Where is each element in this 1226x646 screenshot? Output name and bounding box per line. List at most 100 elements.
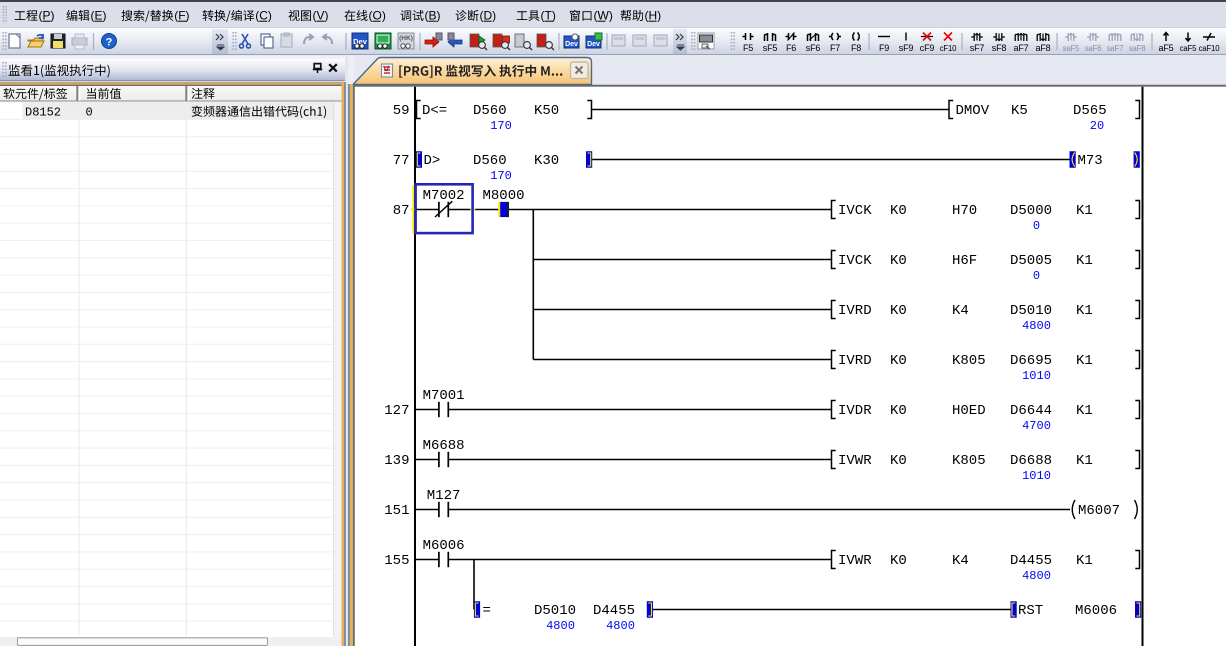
svg-text:K50: K50 xyxy=(534,103,559,119)
svg-text:DMOV: DMOV xyxy=(956,103,990,119)
svg-text:?: ? xyxy=(106,37,113,49)
svg-text:M7002: M7002 xyxy=(423,188,465,204)
svg-text:K805: K805 xyxy=(952,353,986,369)
svg-text:4800: 4800 xyxy=(606,619,635,633)
svg-text:20: 20 xyxy=(1090,119,1104,133)
svg-text:M73: M73 xyxy=(1078,153,1103,169)
svg-text:aF7: aF7 xyxy=(1014,43,1029,53)
svg-text:D565: D565 xyxy=(1073,103,1107,119)
svg-text:K1: K1 xyxy=(1076,203,1093,219)
svg-text:4700: 4700 xyxy=(1022,419,1051,433)
svg-text:H6F: H6F xyxy=(952,253,977,269)
svg-text:D5010: D5010 xyxy=(1010,303,1052,319)
svg-text:4800: 4800 xyxy=(546,619,575,633)
svg-text:D5005: D5005 xyxy=(1010,253,1052,269)
svg-text:cF9: cF9 xyxy=(920,43,935,53)
svg-text:K30: K30 xyxy=(534,153,559,169)
svg-text:K0: K0 xyxy=(890,253,907,269)
svg-text:saF5: saF5 xyxy=(1063,44,1080,53)
svg-text:IVRD: IVRD xyxy=(838,303,872,319)
svg-text:170: 170 xyxy=(490,169,512,183)
svg-text:Dev: Dev xyxy=(587,41,600,48)
svg-text:sF9: sF9 xyxy=(899,43,914,53)
svg-text:caF10: caF10 xyxy=(1199,44,1221,53)
svg-text:aF5: aF5 xyxy=(1159,43,1174,53)
svg-text:F7: F7 xyxy=(830,43,840,53)
svg-text:155: 155 xyxy=(384,553,409,569)
svg-text:K1: K1 xyxy=(1076,403,1093,419)
svg-text:F6: F6 xyxy=(786,43,796,53)
svg-text:F5: F5 xyxy=(743,43,753,53)
svg-text:(B): (B) xyxy=(425,9,441,23)
svg-text:K1: K1 xyxy=(1076,253,1093,269)
svg-text:H70: H70 xyxy=(952,203,977,219)
svg-text:D6688: D6688 xyxy=(1010,453,1052,469)
svg-text:87: 87 xyxy=(393,203,410,219)
svg-text:Dev: Dev xyxy=(565,41,578,48)
svg-text:59: 59 xyxy=(393,103,410,119)
svg-text:IVWR: IVWR xyxy=(838,553,872,569)
svg-text:H0ED: H0ED xyxy=(952,403,986,419)
svg-text:(H): (H) xyxy=(645,9,662,23)
svg-text:1010: 1010 xyxy=(1022,469,1051,483)
svg-text:D4455: D4455 xyxy=(1010,553,1052,569)
svg-text:K4: K4 xyxy=(952,303,969,319)
svg-text:K0: K0 xyxy=(890,553,907,569)
svg-text:saF8: saF8 xyxy=(1129,44,1146,53)
svg-text:1010: 1010 xyxy=(1022,369,1051,383)
svg-text:F8: F8 xyxy=(851,43,861,53)
svg-text:K0: K0 xyxy=(890,403,907,419)
svg-text:(W): (W) xyxy=(594,9,613,23)
svg-text:77: 77 xyxy=(393,153,410,169)
svg-text:D6695: D6695 xyxy=(1010,353,1052,369)
svg-text:(D): (D) xyxy=(480,9,497,23)
svg-text:D560: D560 xyxy=(473,153,507,169)
svg-text:RST: RST xyxy=(1018,603,1043,619)
svg-text:M6688: M6688 xyxy=(423,438,465,454)
svg-text:K0: K0 xyxy=(890,203,907,219)
svg-text:=: = xyxy=(483,603,491,619)
svg-text:sF7: sF7 xyxy=(970,43,985,53)
svg-text:151: 151 xyxy=(384,503,409,519)
svg-text:IVDR: IVDR xyxy=(838,403,872,419)
svg-text:aF8: aF8 xyxy=(1036,43,1051,53)
svg-text:D5000: D5000 xyxy=(1010,203,1052,219)
svg-text:K1: K1 xyxy=(1076,353,1093,369)
svg-text:(V): (V) xyxy=(313,9,329,23)
svg-text:D>: D> xyxy=(424,153,441,169)
svg-text:K5: K5 xyxy=(1011,103,1028,119)
svg-text:K0: K0 xyxy=(890,353,907,369)
svg-text:D6644: D6644 xyxy=(1010,403,1052,419)
svg-text:D5010: D5010 xyxy=(534,603,576,619)
svg-text:(F): (F) xyxy=(174,9,189,23)
svg-text:K0: K0 xyxy=(890,453,907,469)
svg-text:sF8: sF8 xyxy=(992,43,1007,53)
svg-text:M6006: M6006 xyxy=(1075,603,1117,619)
svg-text:IVCK: IVCK xyxy=(838,253,872,269)
svg-text:M6006: M6006 xyxy=(423,538,465,554)
svg-text:M8000: M8000 xyxy=(482,188,524,204)
svg-text:saF7: saF7 xyxy=(1107,44,1124,53)
svg-text:D4455: D4455 xyxy=(593,603,635,619)
svg-text:0: 0 xyxy=(1033,219,1040,233)
svg-text:170: 170 xyxy=(490,119,512,133)
svg-text:(T): (T) xyxy=(541,9,556,23)
svg-text:cF10: cF10 xyxy=(940,44,957,53)
svg-text:M6007: M6007 xyxy=(1078,503,1120,519)
svg-text:IVWR: IVWR xyxy=(838,453,872,469)
svg-text:K1: K1 xyxy=(1076,553,1093,569)
svg-text:(E): (E) xyxy=(91,9,107,23)
svg-text:K0: K0 xyxy=(890,303,907,319)
svg-text:K805: K805 xyxy=(952,453,986,469)
svg-text:(C): (C) xyxy=(255,9,272,23)
svg-text:0: 0 xyxy=(86,106,93,120)
svg-text:(P): (P) xyxy=(39,9,55,23)
svg-text:4800: 4800 xyxy=(1022,569,1051,583)
svg-text:F9: F9 xyxy=(879,43,889,53)
svg-text:M127: M127 xyxy=(427,488,461,504)
svg-text:IVCK: IVCK xyxy=(838,203,872,219)
svg-text:D<=: D<= xyxy=(422,103,447,119)
svg-text:saF6: saF6 xyxy=(1085,44,1102,53)
svg-text:127: 127 xyxy=(384,403,409,419)
svg-text:0: 0 xyxy=(1033,269,1040,283)
